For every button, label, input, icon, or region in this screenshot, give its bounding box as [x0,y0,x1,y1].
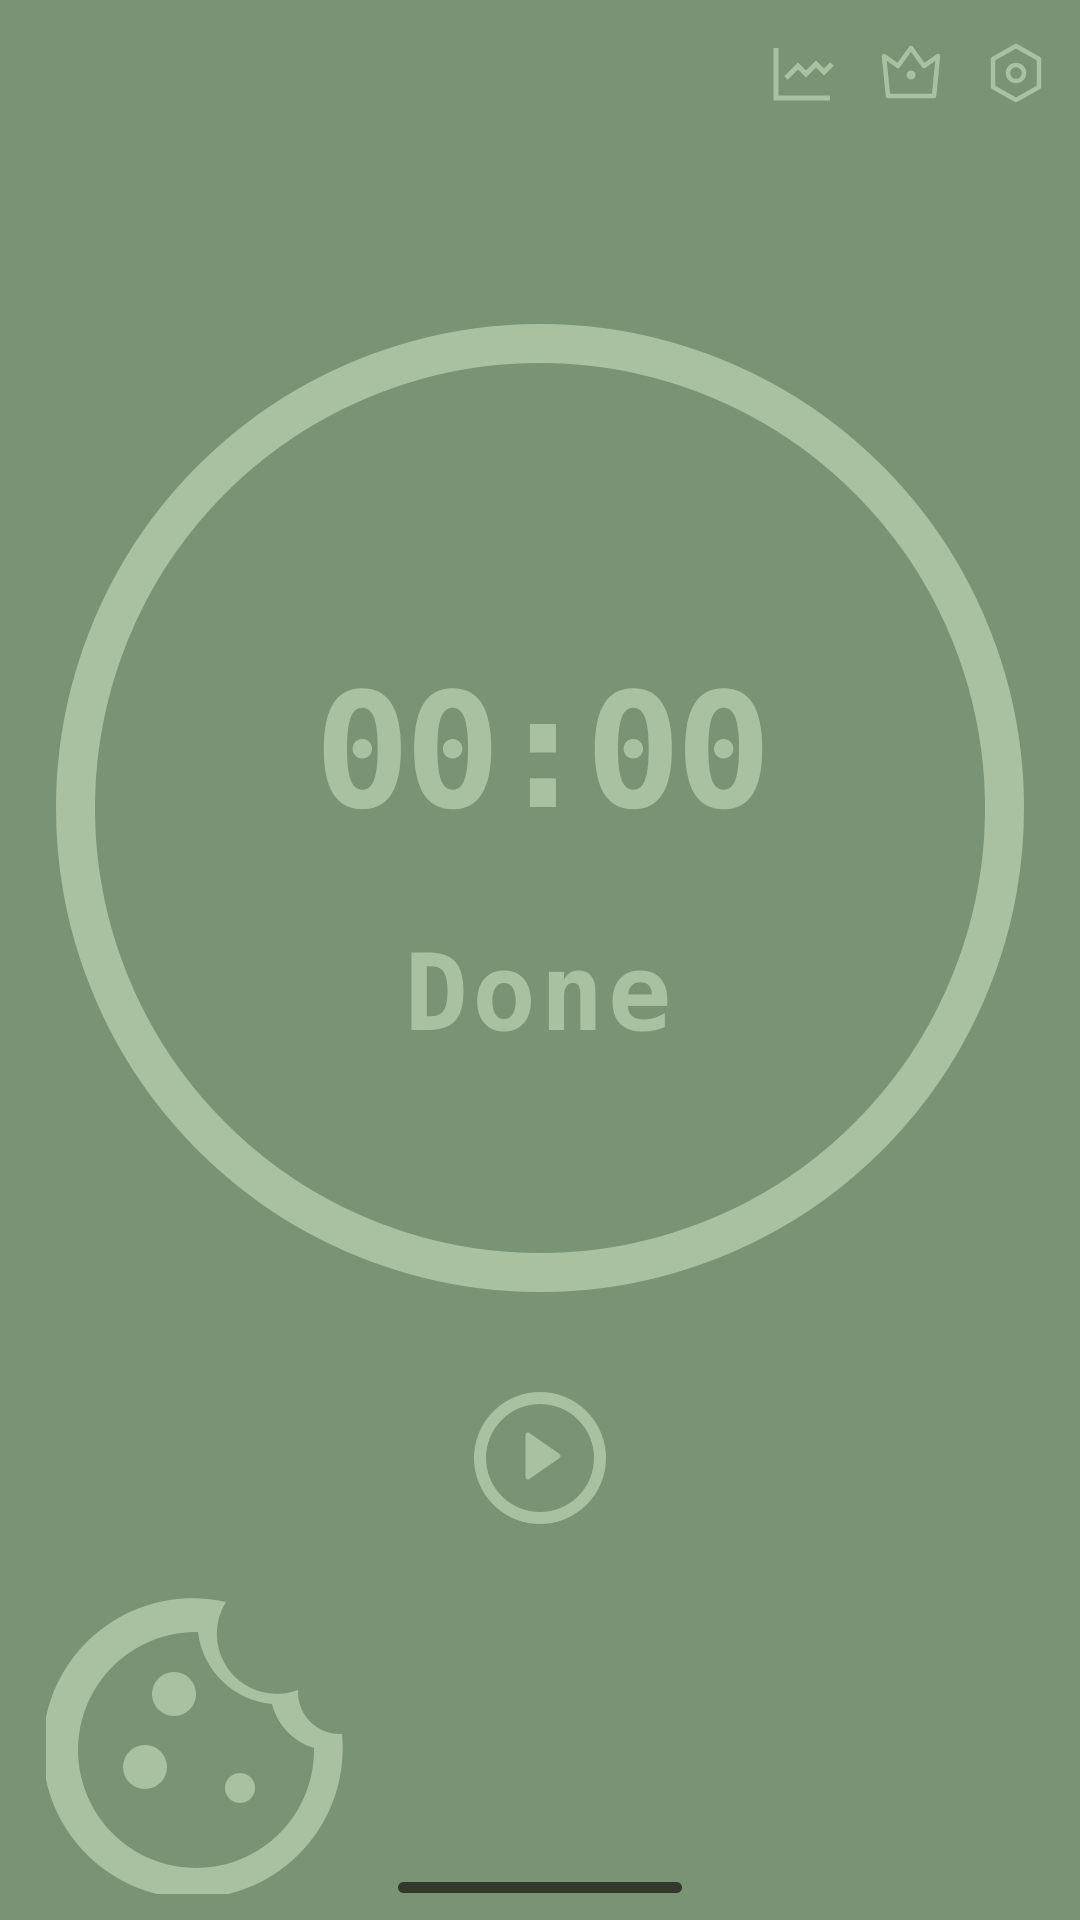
home-indicator[interactable] [398,1882,682,1893]
timer-status-label: Done [404,932,676,1055]
crown-icon[interactable] [878,42,944,102]
play-button[interactable] [472,1390,608,1526]
timer-display: 00:00 [314,658,772,845]
settings-icon[interactable] [986,42,1046,104]
play-icon [525,1432,561,1480]
cookie-icon [46,1598,343,1894]
chart-icon[interactable] [772,44,836,104]
